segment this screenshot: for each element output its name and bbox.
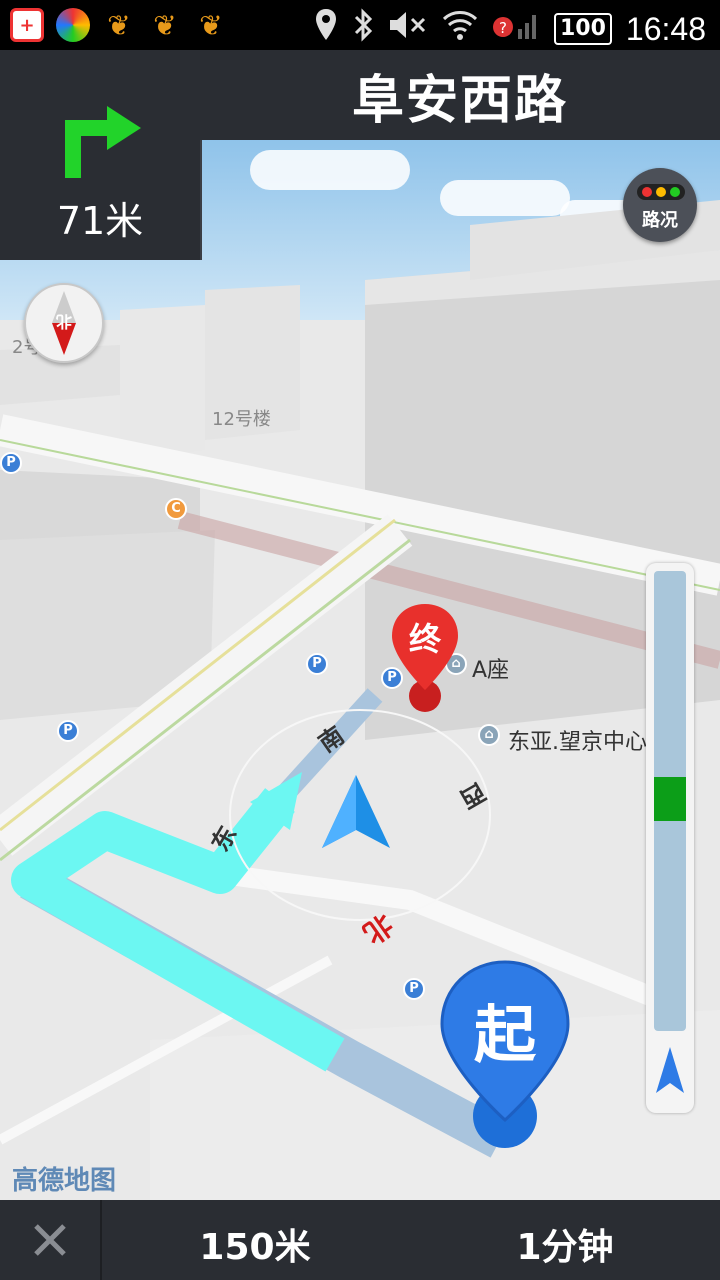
map-canvas <box>0 200 720 1200</box>
svg-text:?: ? <box>499 19 507 37</box>
exit-navigation-button[interactable] <box>0 1200 102 1280</box>
traffic-toggle-button[interactable]: 路况 <box>623 168 697 242</box>
road-name-bar: 阜安西路 <box>200 50 720 140</box>
bottom-bar: 150米 1分钟 <box>0 1200 720 1280</box>
status-bar: + ❦ ❦ ❦ ? 100 16:48 <box>0 0 720 50</box>
parking-icon: P <box>57 720 79 742</box>
location-arrow-icon[interactable] <box>650 1041 690 1105</box>
poi-dongya-center: 东亚.望京中心 <box>508 730 647 755</box>
turn-right-icon <box>55 90 145 184</box>
mute-icon <box>388 9 428 49</box>
gas-station-icon: C <box>165 498 187 520</box>
sim-unknown-icon: ? <box>492 9 540 49</box>
turn-distance: 71米 <box>56 199 144 243</box>
route-progress-bar <box>654 571 686 1031</box>
traffic-light-icon <box>637 184 685 200</box>
building-poi-icon: ⌂ <box>478 724 500 746</box>
plus-app-icon: + <box>10 8 44 42</box>
map-view[interactable]: 南 西 东 北 12号楼 2号楼 A座 东亚.望京中心 P P P P P C … <box>0 140 720 1200</box>
poi-a-tower: A座 <box>472 658 510 683</box>
end-marker[interactable]: 终 <box>388 602 462 714</box>
squirrel-icon: ❦ <box>153 8 177 42</box>
wifi-icon <box>442 9 478 49</box>
parking-icon: P <box>0 452 22 474</box>
squirrel-icon: ❦ <box>107 8 131 42</box>
remaining-distance: 150米 <box>199 1227 311 1268</box>
brand-logo: 高德地图 <box>12 1166 117 1196</box>
bluetooth-icon <box>352 8 374 50</box>
compass-label: 北 <box>56 312 73 331</box>
end-marker-label: 终 <box>408 620 441 658</box>
parking-icon: P <box>306 653 328 675</box>
remaining-time: 1分钟 <box>516 1227 614 1268</box>
parking-icon: P <box>403 978 425 1000</box>
turn-instruction-panel: 71米 <box>0 50 202 260</box>
close-icon <box>34 1224 66 1256</box>
compass-button[interactable]: 北 <box>24 283 104 363</box>
road-name: 阜安西路 <box>351 70 568 131</box>
start-marker[interactable]: 起 <box>438 960 572 1150</box>
start-marker-label: 起 <box>473 998 536 1071</box>
battery-indicator: 100 <box>553 13 612 45</box>
poi-12-building: 12号楼 <box>212 409 271 430</box>
color-wheel-icon <box>56 8 90 42</box>
route-progress-marker <box>654 777 686 821</box>
traffic-button-label: 路况 <box>642 210 678 231</box>
clock: 16:48 <box>625 10 706 47</box>
location-pin-icon <box>314 8 338 50</box>
squirrel-icon: ❦ <box>199 8 223 42</box>
route-progress-track[interactable] <box>646 563 694 1113</box>
